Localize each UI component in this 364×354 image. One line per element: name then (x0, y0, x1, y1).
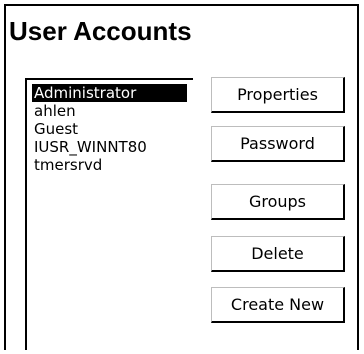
accounts-listbox[interactable]: Administrator ahlen Guest IUSR_WINNT80 t… (25, 78, 193, 350)
list-item-administrator[interactable]: Administrator (32, 84, 187, 102)
list-item-guest[interactable]: Guest (32, 120, 187, 138)
properties-button[interactable]: Properties (211, 77, 345, 113)
list-item-tmersrvd[interactable]: tmersrvd (32, 156, 187, 174)
groups-button[interactable]: Groups (211, 184, 345, 220)
list-item-ahlen[interactable]: ahlen (32, 102, 187, 120)
delete-button[interactable]: Delete (211, 236, 345, 272)
create-new-button[interactable]: Create New (211, 287, 345, 323)
password-button[interactable]: Password (211, 126, 345, 162)
page-title: User Accounts (9, 16, 192, 46)
list-item-iusr-winnt80[interactable]: IUSR_WINNT80 (32, 138, 187, 156)
